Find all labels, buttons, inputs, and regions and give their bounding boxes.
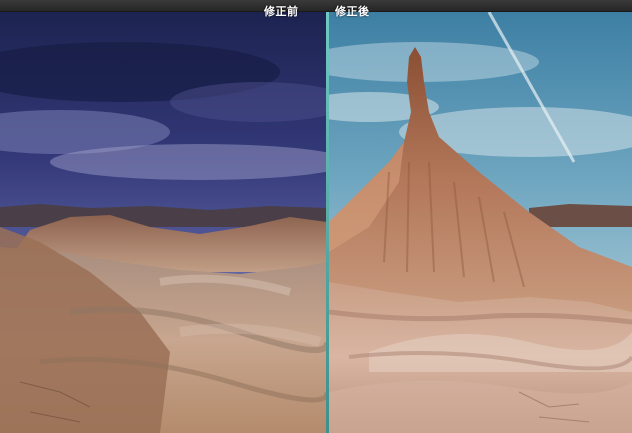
before-image-pane: [0, 12, 327, 433]
after-landscape-image: [329, 12, 632, 433]
before-label: 修正前: [264, 5, 299, 18]
top-toolbar: [0, 0, 632, 12]
after-image-pane: [329, 12, 632, 433]
comparison-slider-handle[interactable]: [326, 12, 329, 433]
before-landscape-image: [0, 12, 327, 433]
before-after-comparison-view: 修正前 修正後: [0, 0, 632, 433]
after-label: 修正後: [335, 5, 370, 18]
